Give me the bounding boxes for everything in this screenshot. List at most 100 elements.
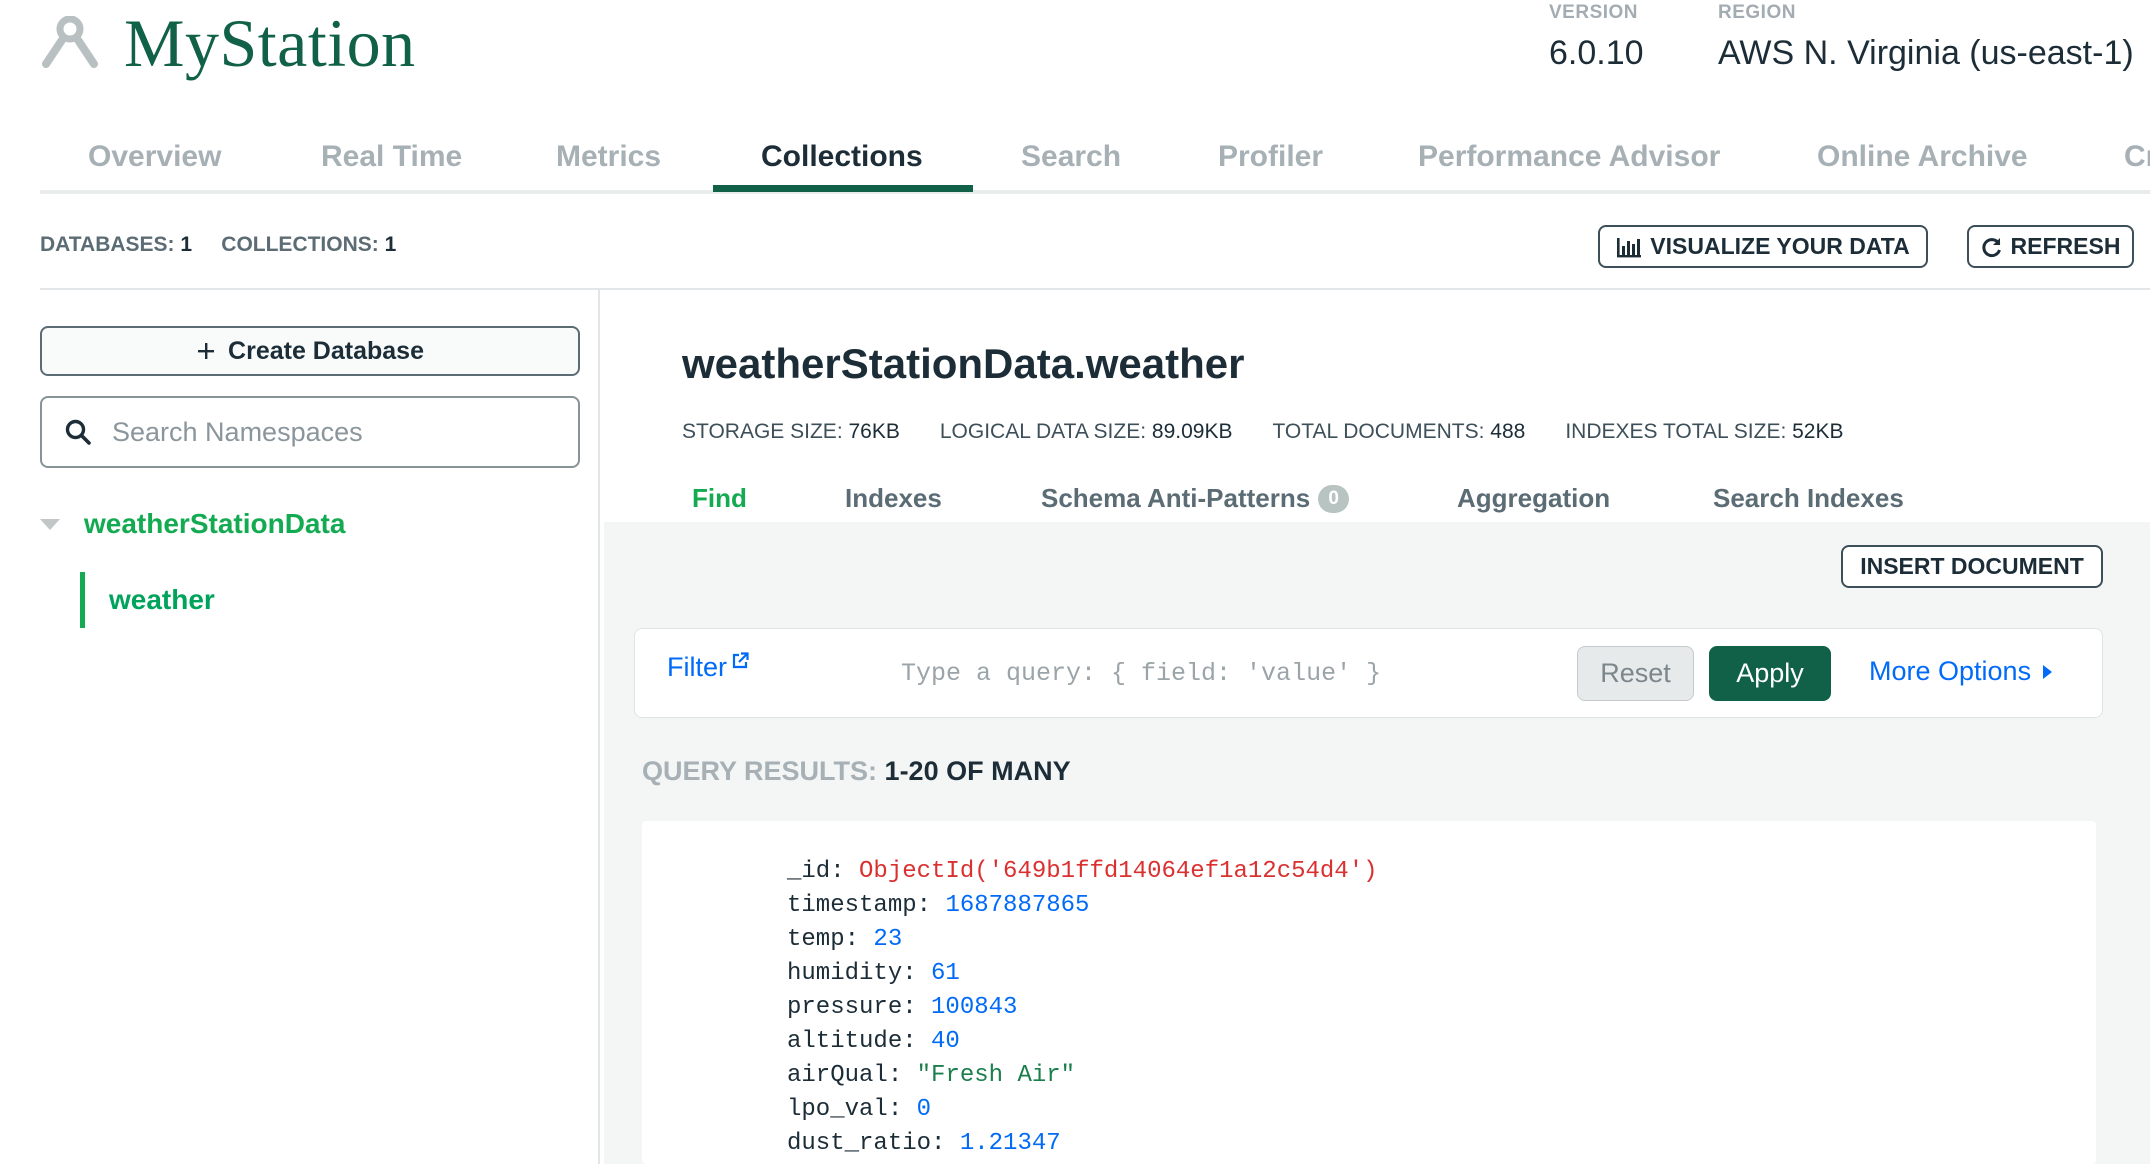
stat-logical-size: LOGICAL DATA SIZE: 89.09KB bbox=[940, 420, 1233, 444]
more-options-link[interactable]: More Options bbox=[1869, 656, 2053, 687]
field-value: 1687887865 bbox=[945, 892, 1090, 919]
tab-collections[interactable]: Collections bbox=[761, 140, 923, 174]
collections-count: 1 bbox=[384, 233, 397, 256]
doc-field-dust-ratio: dust_ratio: 1.21347 bbox=[787, 1130, 1061, 1157]
refresh-button[interactable]: REFRESH bbox=[1967, 225, 2134, 268]
field-value: ObjectId('649b1ffd14064ef1a12c54d4') bbox=[859, 858, 1378, 885]
query-input[interactable] bbox=[899, 651, 1519, 695]
document-card: _id: ObjectId('649b1ffd14064ef1a12c54d4'… bbox=[642, 821, 2096, 1164]
sidebar-item-database[interactable]: weatherStationData bbox=[40, 508, 345, 540]
bar-chart-icon bbox=[1617, 237, 1642, 257]
subtab-indexes[interactable]: Indexes bbox=[845, 483, 942, 514]
stat-value: 488 bbox=[1490, 420, 1526, 443]
stat-label: LOGICAL DATA SIZE: bbox=[939, 420, 1147, 443]
version-value: 6.0.10 bbox=[1549, 34, 1644, 72]
station-logo-icon bbox=[42, 16, 98, 68]
subtab-aggregation[interactable]: Aggregation bbox=[1457, 483, 1610, 514]
field-value: 61 bbox=[931, 960, 960, 987]
field-value: 40 bbox=[931, 1028, 960, 1055]
region-value: AWS N. Virginia (us-east-1) bbox=[1718, 34, 2134, 72]
stat-value: 76KB bbox=[848, 420, 900, 443]
active-tab-indicator bbox=[713, 185, 973, 192]
field-key: altitude bbox=[787, 1028, 903, 1055]
collections-count-label: COLLECTIONS: bbox=[221, 233, 379, 256]
more-options-label: More Options bbox=[1869, 656, 2032, 686]
query-results-summary: QUERY RESULTS: 1-20 OF MANY bbox=[642, 756, 1071, 787]
namespace-counts: DATABASES: 1 COLLECTIONS: 1 bbox=[40, 233, 396, 257]
database-name: weatherStationData bbox=[84, 508, 346, 539]
visualize-data-label: VISUALIZE YOUR DATA bbox=[1650, 233, 1910, 259]
doc-field-lpo-val: lpo_val: 0 bbox=[787, 1096, 932, 1123]
databases-count: 1 bbox=[180, 233, 193, 256]
tab-online-archive[interactable]: Online Archive bbox=[1817, 140, 2028, 174]
results-label: QUERY RESULTS: bbox=[642, 756, 878, 786]
create-database-button[interactable]: Create Database bbox=[40, 326, 580, 376]
create-database-label: Create Database bbox=[228, 336, 424, 365]
main-tab-bar: Overview Real Time Metrics Collections S… bbox=[40, 112, 2150, 194]
field-value: 100843 bbox=[931, 994, 1018, 1021]
stat-value: 89.09KB bbox=[1151, 420, 1233, 443]
apply-button[interactable]: Apply bbox=[1709, 646, 1831, 701]
subtab-schema-anti-patterns[interactable]: Schema Anti-Patterns 0 bbox=[1041, 483, 1350, 514]
filter-link[interactable]: Filter bbox=[667, 652, 749, 683]
doc-field-temp: temp: 23 bbox=[787, 926, 903, 953]
stat-label: STORAGE SIZE: bbox=[682, 420, 843, 443]
tab-metrics[interactable]: Metrics bbox=[556, 140, 661, 174]
version-block: VERSION 6.0.10 bbox=[1549, 2, 1644, 73]
doc-field-timestamp: timestamp: 1687887865 bbox=[787, 892, 1090, 919]
doc-field-pressure: pressure: 100843 bbox=[787, 994, 1018, 1021]
app-header: MyStation VERSION 6.0.10 REGION AWS N. V… bbox=[0, 0, 2150, 112]
namespace-search-input[interactable] bbox=[110, 415, 550, 449]
field-key: _id bbox=[787, 858, 831, 885]
app-title: MyStation bbox=[124, 5, 416, 81]
tab-overview[interactable]: Overview bbox=[88, 140, 221, 174]
version-label: VERSION bbox=[1549, 2, 1639, 23]
collection-title: weatherStationData.weather bbox=[682, 340, 1245, 387]
field-value: "Fresh Air" bbox=[916, 1062, 1076, 1089]
stat-total-documents: TOTAL DOCUMENTS: 488 bbox=[1272, 420, 1525, 444]
insert-document-button[interactable]: INSERT DOCUMENT bbox=[1841, 545, 2103, 588]
reset-button[interactable]: Reset bbox=[1577, 646, 1694, 701]
tab-profiler[interactable]: Profiler bbox=[1218, 140, 1323, 174]
visualize-data-button[interactable]: VISUALIZE YOUR DATA bbox=[1598, 225, 1928, 268]
field-key: dust_ratio bbox=[787, 1130, 932, 1157]
field-key: airQual bbox=[787, 1062, 888, 1089]
region-block: REGION AWS N. Virginia (us-east-1) bbox=[1718, 2, 2134, 73]
region-label: REGION bbox=[1718, 2, 1796, 23]
databases-count-label: DATABASES: bbox=[40, 233, 175, 256]
stat-label: INDEXES TOTAL SIZE: bbox=[1565, 420, 1787, 443]
doc-field-humidity: humidity: 61 bbox=[787, 960, 960, 987]
collection-name: weather bbox=[109, 584, 215, 615]
stat-storage-size: STORAGE SIZE: 76KB bbox=[682, 420, 900, 444]
chevron-down-icon[interactable] bbox=[40, 518, 60, 530]
doc-field-id: _id: ObjectId('649b1ffd14064ef1a12c54d4'… bbox=[787, 858, 1378, 885]
doc-field-airqual: airQual: "Fresh Air" bbox=[787, 1062, 1076, 1089]
stat-value: 52KB bbox=[1792, 420, 1844, 443]
subtab-find[interactable]: Find bbox=[692, 483, 747, 514]
stat-indexes-size: INDEXES TOTAL SIZE: 52KB bbox=[1565, 420, 1843, 444]
external-link-icon bbox=[732, 652, 749, 669]
collection-stats: STORAGE SIZE: 76KB LOGICAL DATA SIZE: 89… bbox=[682, 420, 1844, 444]
results-range: 1-20 OF MANY bbox=[884, 756, 1071, 786]
refresh-label: REFRESH bbox=[2010, 233, 2121, 259]
namespace-sidebar: Create Database weatherStationData weath… bbox=[0, 290, 600, 1164]
query-bar: Filter Reset Apply More Options bbox=[634, 628, 2103, 718]
tab-performance-advisor[interactable]: Performance Advisor bbox=[1418, 140, 1720, 174]
tab-real-time[interactable]: Real Time bbox=[321, 140, 462, 174]
stat-label: TOTAL DOCUMENTS: bbox=[1272, 420, 1485, 443]
field-value: 0 bbox=[916, 1096, 932, 1123]
tab-search[interactable]: Search bbox=[1021, 140, 1121, 174]
sidebar-item-collection[interactable]: weather bbox=[80, 572, 215, 628]
namespace-search bbox=[40, 396, 580, 468]
caret-right-icon bbox=[2043, 664, 2053, 679]
plus-icon bbox=[198, 343, 215, 359]
field-key: temp bbox=[787, 926, 845, 953]
field-key: pressure bbox=[787, 994, 903, 1021]
subtab-search-indexes[interactable]: Search Indexes bbox=[1713, 483, 1904, 514]
subtab-schema-label: Schema Anti-Patterns bbox=[1041, 483, 1311, 513]
anti-pattern-count-badge: 0 bbox=[1318, 484, 1350, 513]
refresh-icon bbox=[1981, 237, 2001, 257]
field-value: 1.21347 bbox=[959, 1130, 1061, 1157]
field-key: lpo_val bbox=[787, 1096, 888, 1123]
tab-truncated[interactable]: Cm bbox=[2124, 140, 2150, 174]
